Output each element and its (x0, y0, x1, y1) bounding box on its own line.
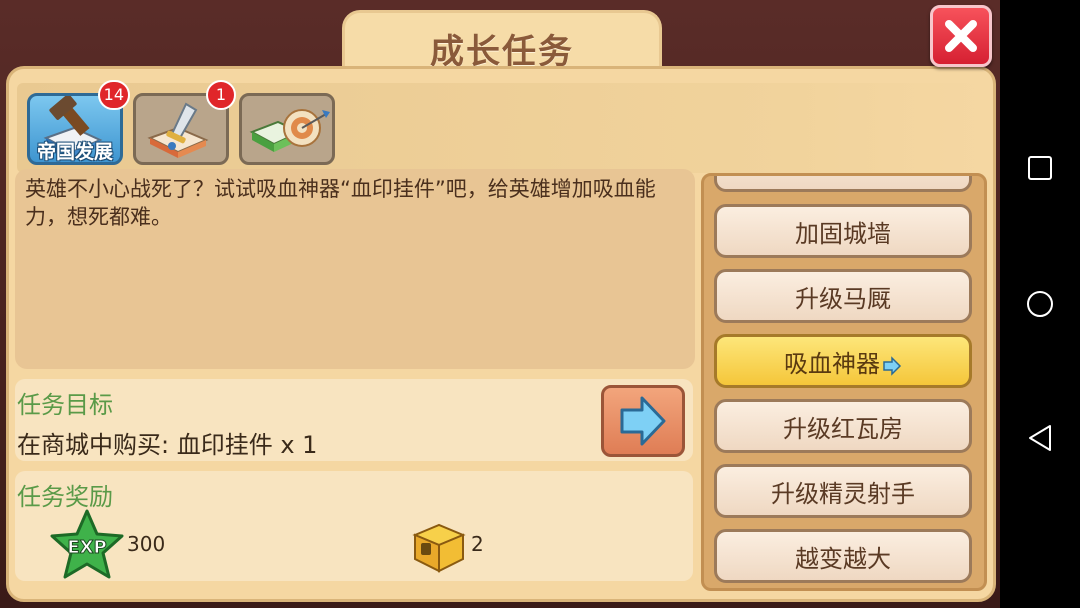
category-tab-archery[interactable] (239, 93, 335, 165)
android-nav-bar (1000, 0, 1080, 608)
task-label: 加固城墙 (795, 219, 891, 248)
home-button[interactable] (1020, 284, 1060, 324)
task-item[interactable]: 升级马厩 (714, 269, 972, 323)
task-item[interactable]: 越变越大 (714, 529, 972, 583)
recent-apps-button[interactable] (1020, 148, 1060, 188)
quest-reward-box: 任务奖励 EXP 300 2 (15, 471, 693, 581)
reward-qty: 2 (471, 532, 484, 556)
category-badge: 1 (206, 80, 236, 110)
quest-description: 英雄不小心战死了？试试吸血神器“血印挂件”吧，给英雄增加吸血能力，想死都难。 (25, 177, 656, 229)
category-tab-combat[interactable]: 1 (133, 80, 236, 165)
quest-description-box: 英雄不小心战死了？试试吸血神器“血印挂件”吧，给英雄增加吸血能力，想死都难。 (15, 169, 695, 369)
task-label: 升级精灵射手 (771, 479, 915, 508)
task-label: 升级红瓦房 (783, 414, 903, 443)
back-triangle-icon (1029, 425, 1051, 451)
reward-title: 任务奖励 (17, 483, 113, 511)
task-item[interactable]: 加固城墙 (714, 204, 972, 258)
objective-title: 任务目标 (17, 391, 113, 419)
exp-star-icon: EXP (50, 509, 124, 579)
pointer-arrow-icon (883, 356, 902, 376)
quest-panel: 14 帝国发展 1 英雄不小心战死了？试试吸血神器“血印挂件”吧，给英雄增加吸血… (6, 66, 996, 602)
task-label: 吸血神器 (784, 349, 880, 378)
go-to-objective-button[interactable] (601, 385, 685, 457)
task-item-partial[interactable] (714, 176, 972, 192)
task-item[interactable]: 升级红瓦房 (714, 399, 972, 453)
task-label: 升级马厩 (795, 284, 891, 313)
objective-text: 在商城中购买: 血印挂件 x 1 (17, 431, 318, 459)
task-item[interactable]: 升级精灵射手 (714, 464, 972, 518)
reward-qty: 300 (127, 532, 166, 556)
quest-objective-box: 任务目标 在商城中购买: 血印挂件 x 1 (15, 379, 693, 461)
back-button[interactable] (1020, 418, 1060, 458)
treasure-chest-icon (412, 523, 466, 573)
reward-exp: EXP 300 (49, 509, 165, 579)
reward-chest: 2 (409, 509, 484, 579)
category-tab-empire[interactable]: 14 帝国发展 (27, 80, 130, 165)
svg-text:EXP: EXP (67, 537, 106, 558)
circle-icon (1027, 291, 1053, 317)
task-label: 越变越大 (795, 544, 891, 573)
close-button[interactable] (930, 5, 992, 67)
task-list[interactable]: 加固城墙 升级马厩 吸血神器 升级红瓦房 升级精灵射手 越变越大 (701, 173, 987, 591)
arrow-right-icon (620, 396, 666, 446)
square-icon (1028, 156, 1052, 180)
task-item-selected[interactable]: 吸血神器 (714, 334, 972, 388)
category-badge: 14 (97, 80, 130, 110)
category-label: 帝国发展 (36, 141, 113, 163)
close-icon (945, 20, 977, 52)
target-book-icon (249, 109, 330, 152)
